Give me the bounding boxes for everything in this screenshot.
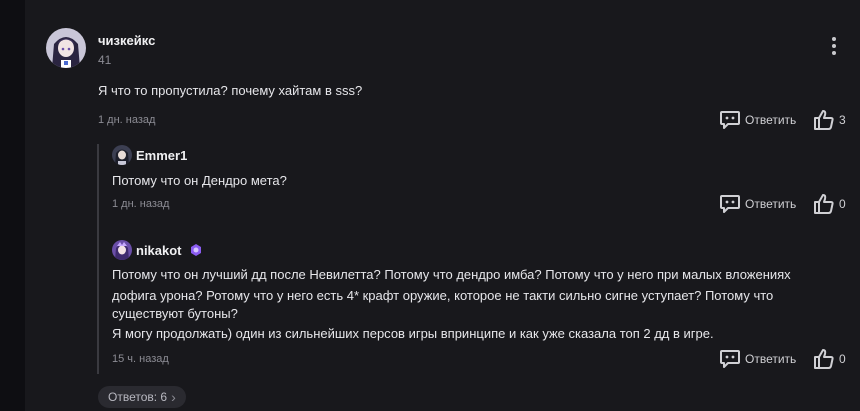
replies-count-label: Ответов: 6 (108, 390, 168, 404)
comment-text: Я что то пропустила? почему хайтам в sss… (98, 83, 363, 98)
comment-username[interactable]: чизкейкс (98, 33, 155, 48)
thumbs-up-icon (814, 194, 834, 214)
reply-time: 15 ч. назад (112, 353, 169, 365)
thumbs-up-icon (814, 349, 834, 369)
like-count: 0 (839, 352, 846, 366)
reply-label: Ответить (745, 113, 797, 127)
chevron-right-icon: › (171, 389, 176, 405)
reply-button[interactable]: Ответить (719, 349, 796, 369)
thread-line (97, 144, 99, 374)
reply-avatar[interactable] (112, 145, 132, 165)
comment-time: 1 дн. назад (98, 114, 156, 126)
avatar[interactable] (46, 28, 86, 68)
reply-button[interactable]: Ответить (719, 194, 796, 214)
speech-bubble-icon (720, 195, 740, 213)
reply-text: Потому что он Дендро мета? (112, 173, 287, 188)
reply-button[interactable]: Ответить (719, 110, 796, 130)
reply-username[interactable]: nikakot (136, 243, 182, 258)
user-level: 41 (98, 53, 112, 67)
reply-label: Ответить (745, 197, 797, 211)
reply-text-line: Потому что он лучший дд после Невилетта?… (112, 267, 791, 282)
speech-bubble-icon (720, 350, 740, 368)
reply-avatar[interactable] (112, 240, 132, 260)
purple-emblem-icon (191, 244, 201, 256)
like-count: 0 (839, 197, 846, 211)
show-replies-button[interactable]: Ответов: 6 › (98, 386, 186, 408)
like-button[interactable]: 3 (813, 109, 846, 131)
thumbs-up-icon (814, 110, 834, 130)
like-count: 3 (839, 113, 846, 127)
reply-text-line: существуют бутоны? (112, 306, 238, 321)
like-button[interactable]: 0 (813, 348, 846, 370)
reply-label: Ответить (745, 352, 797, 366)
reply-time: 1 дн. назад (112, 198, 170, 210)
reply-text-line: Я могу продолжать) один из сильнейших пе… (112, 326, 714, 341)
like-button[interactable]: 0 (813, 193, 846, 215)
reply-username[interactable]: Emmer1 (136, 148, 187, 163)
kebab-menu-icon[interactable] (828, 37, 840, 61)
speech-bubble-icon (720, 111, 740, 129)
